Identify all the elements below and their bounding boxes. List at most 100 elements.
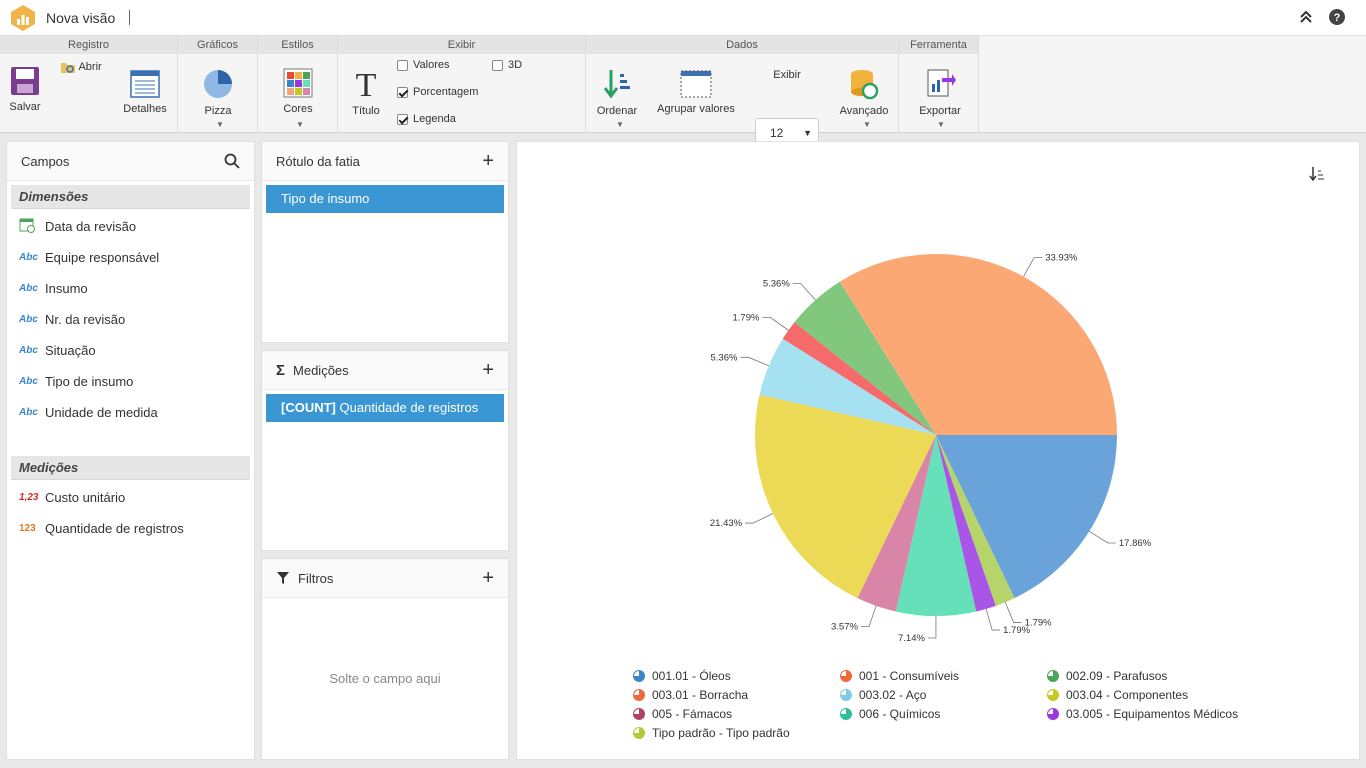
open-button[interactable]: Abrir — [60, 60, 110, 74]
field-item-insumo[interactable]: Abc Insumo — [7, 273, 254, 304]
group-dados: Dados Ordenar ▼ Agrupar valores Exibir A… — [586, 36, 899, 133]
fields-panel-title: Campos — [21, 153, 70, 169]
legend-label: 003.04 - Componentes — [1066, 688, 1189, 702]
group-values-icon — [680, 70, 712, 98]
add-icon[interactable]: + — [482, 360, 494, 380]
drop-zone-hint[interactable]: Solte o campo aqui — [262, 671, 508, 686]
legend-item[interactable]: 003.02 - Aço — [840, 688, 926, 702]
decimal-icon: 1,23 — [19, 492, 39, 503]
measures-panel: Σ Medições + [COUNT] Quantidade de regis… — [261, 350, 509, 551]
chevron-down-icon[interactable]: ▼ — [863, 120, 871, 129]
legend-pie-icon — [1047, 689, 1059, 701]
chevron-down-icon[interactable]: ▼ — [216, 120, 224, 129]
3d-checkbox[interactable]: 3D — [492, 59, 522, 71]
label-leader-line — [1023, 256, 1043, 277]
slice-value-label: 3.57% — [831, 622, 858, 633]
text-cursor — [129, 10, 130, 25]
chevron-down-icon[interactable]: ▼ — [937, 120, 945, 129]
legend-checkbox[interactable]: Legenda — [397, 113, 456, 125]
details-button[interactable]: Detalhes — [120, 70, 170, 115]
label-leader-line — [745, 513, 774, 524]
values-checkbox[interactable]: Valores — [397, 59, 449, 71]
chevron-down-icon[interactable]: ▼ — [616, 120, 624, 129]
legend-label: 001 - Consumíveis — [859, 669, 960, 683]
search-icon[interactable] — [224, 153, 240, 169]
open-folder-icon — [61, 63, 75, 73]
checkbox-box[interactable] — [492, 59, 503, 71]
field-item-nr-revisao[interactable]: Abc Nr. da revisão — [7, 304, 254, 335]
checkbox-box[interactable] — [397, 59, 408, 71]
title-t-icon: T — [356, 67, 377, 104]
slice-field-chip[interactable]: Tipo de insumo — [266, 185, 504, 213]
filter-icon — [277, 572, 289, 584]
colors-button[interactable]: Cores — [280, 68, 316, 115]
add-icon[interactable]: + — [482, 151, 494, 171]
legend-pie-icon — [1047, 708, 1059, 720]
fields-panel: Campos Dimensões Data da revisão Abc Equ… — [6, 141, 255, 760]
save-icon — [11, 67, 39, 95]
checkbox-box[interactable] — [397, 86, 408, 98]
collapse-ribbon-icon[interactable] — [1297, 8, 1315, 26]
advanced-button[interactable]: Avançado — [836, 68, 892, 117]
legend-item[interactable]: Tipo padrão - Tipo padrão — [633, 726, 790, 740]
slice-value-label: 5.36% — [763, 279, 790, 290]
field-item-situacao[interactable]: Abc Situação — [7, 335, 254, 366]
save-button[interactable]: Salvar — [6, 66, 44, 113]
percentage-checkbox[interactable]: Porcentagem — [397, 86, 478, 98]
field-item-equipe[interactable]: Abc Equipe responsável — [7, 242, 254, 273]
export-button[interactable]: Exportar — [917, 68, 963, 117]
field-item-quantidade-registros[interactable]: 123 Quantidade de registros — [7, 513, 254, 544]
field-item-tipo-insumo[interactable]: Abc Tipo de insumo — [7, 366, 254, 397]
pie-chart: 17.86%1.79%1.79%7.14%3.57%21.43%5.36%1.7… — [710, 252, 1152, 644]
view-title[interactable]: Nova visão — [46, 10, 115, 26]
checkbox-box[interactable] — [397, 113, 408, 125]
sort-button[interactable]: Ordenar — [594, 68, 640, 117]
group-title: Ferramenta — [899, 36, 978, 54]
group-estilos: Estilos Cores ▼ — [258, 36, 338, 133]
group-title: Estilos — [258, 36, 337, 54]
dimensions-section-header: Dimensões — [11, 185, 250, 209]
field-item-custo-unitario[interactable]: 1,23 Custo unitário — [7, 482, 254, 513]
group-title: Exibir — [338, 36, 585, 54]
filters-panel: Filtros + Solte o campo aqui — [261, 558, 509, 760]
group-values-button[interactable]: Agrupar valores — [656, 70, 736, 115]
slice-value-label: 21.43% — [710, 518, 743, 529]
group-graficos: Gráficos Pizza ▼ — [178, 36, 258, 133]
legend-pie-icon — [840, 708, 852, 720]
measures-section-header: Medições — [11, 456, 250, 480]
abc-icon: Abc — [19, 407, 38, 418]
group-title: Dados — [586, 36, 898, 54]
legend-item[interactable]: 001.01 - Óleos — [633, 669, 731, 683]
svg-text:T: T — [356, 68, 377, 100]
legend-item[interactable]: 03.005 - Equipamentos Médicos — [1047, 707, 1238, 721]
title-button[interactable]: T Título — [350, 67, 382, 117]
field-item-data-revisao[interactable]: Data da revisão — [7, 211, 254, 242]
legend-pie-icon — [840, 670, 852, 682]
ribbon-toolbar: Registro Salvar Abrir Detalhes Gráficos … — [0, 36, 1366, 148]
legend-label: Tipo padrão - Tipo padrão — [652, 726, 790, 740]
add-icon[interactable]: + — [482, 568, 494, 588]
measure-field-chip[interactable]: [COUNT] Quantidade de registros — [266, 394, 504, 422]
legend-item[interactable]: 005 - Fámacos — [633, 707, 732, 721]
legend-pie-icon — [633, 689, 645, 701]
legend-label: 001.01 - Óleos — [652, 669, 731, 683]
legend-item[interactable]: 002.09 - Parafusos — [1047, 669, 1167, 683]
slice-label-title: Rótulo da fatia — [276, 153, 360, 169]
pie-chart-icon — [204, 70, 232, 98]
pie-chart-button[interactable]: Pizza — [200, 68, 236, 117]
field-item-unidade-medida[interactable]: Abc Unidade de medida — [7, 397, 254, 428]
legend-pie-icon — [1047, 670, 1059, 682]
abc-icon: Abc — [19, 252, 38, 263]
chevron-down-icon[interactable]: ▼ — [296, 120, 304, 129]
legend-pie-icon — [633, 670, 645, 682]
legend-item[interactable]: 006 - Químicos — [840, 707, 940, 721]
help-icon[interactable]: ? — [1328, 8, 1346, 26]
group-title: Registro — [0, 36, 177, 54]
legend-item[interactable]: 001 - Consumíveis — [840, 669, 959, 683]
filters-header: Filtros + — [262, 559, 508, 598]
legend-item[interactable]: 003.01 - Borracha — [633, 688, 748, 702]
legend-item[interactable]: 003.04 - Componentes — [1047, 688, 1188, 702]
legend-label: 005 - Fámacos — [652, 707, 733, 721]
group-title: Gráficos — [178, 36, 257, 54]
exibir-label: Exibir — [773, 69, 801, 81]
